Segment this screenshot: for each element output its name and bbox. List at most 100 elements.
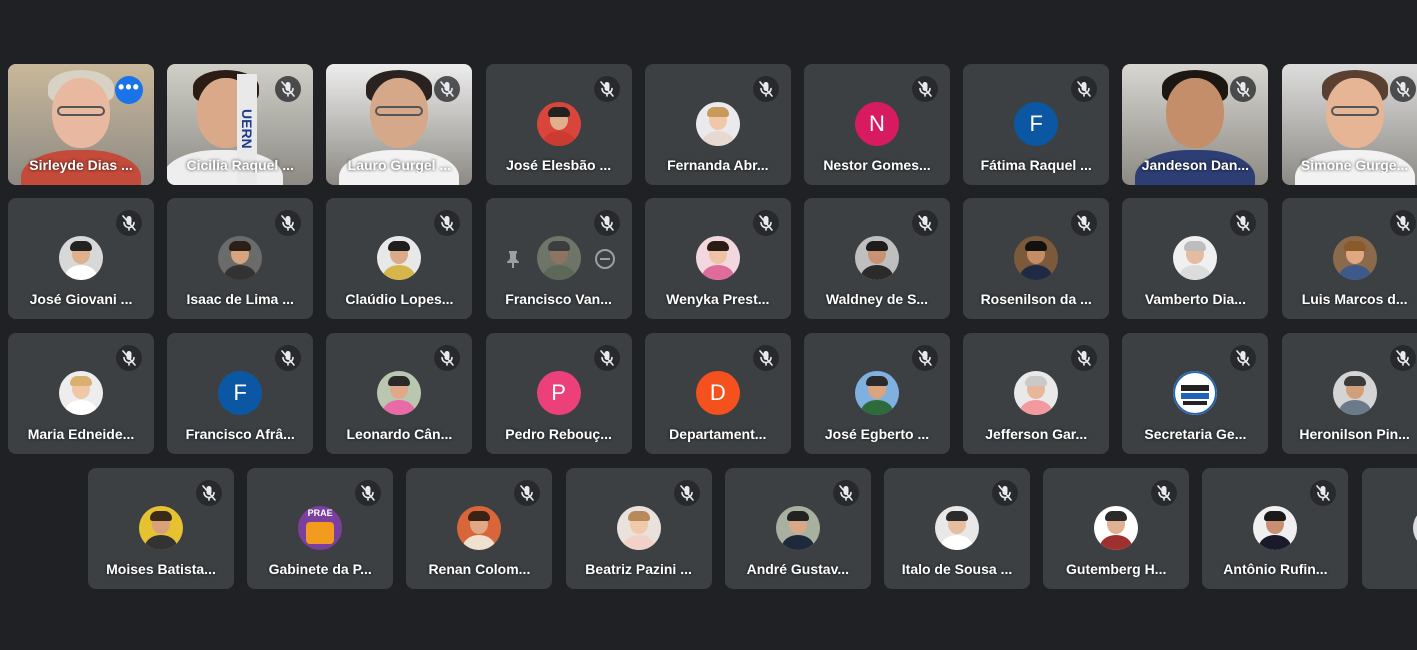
participant-tile[interactable]: F Fátima Raquel ...: [963, 64, 1110, 185]
participant-name: Heronilson Pin...: [1299, 426, 1410, 442]
participant-tile[interactable]: Antônio Rufin...: [1202, 468, 1349, 589]
participant-tile[interactable]: Secretaria Ge...: [1122, 333, 1269, 454]
avatar-photo: [695, 236, 740, 280]
participant-tile[interactable]: Simone Gurge...: [1281, 64, 1417, 185]
participant-tile[interactable]: Isaac de Lima ...: [167, 198, 314, 319]
participant-tile[interactable]: N Nestor Gomes...: [804, 64, 950, 185]
participant-name: Simone Gurge...: [1300, 157, 1409, 173]
mic-off-icon: [673, 480, 700, 506]
participant-tile[interactable]: André Gustav...: [724, 468, 871, 589]
participant-tile[interactable]: P Pedro Rebouç...: [485, 333, 632, 454]
avatar-photo: [1094, 506, 1139, 550]
avatar-photo: [1014, 371, 1059, 415]
participant-name: Departament...: [669, 426, 767, 442]
mic-off-icon: [275, 76, 302, 102]
participant-tile[interactable]: Jefferson Gar...: [963, 333, 1110, 454]
participant-name: Fátima Raquel ...: [980, 157, 1092, 173]
participant-name: Vamberto Dia...: [1144, 291, 1246, 307]
participant-tile[interactable]: Vamberto Dia...: [1122, 198, 1269, 319]
mic-off-icon: [355, 480, 382, 506]
avatar-photo: [59, 236, 103, 280]
participant-tile[interactable]: José Elesbão ...: [485, 64, 632, 185]
avatar-photo: [1332, 236, 1377, 280]
participant-tile[interactable]: Beatriz Pazini ...: [565, 468, 712, 589]
mic-off-icon: [275, 210, 302, 236]
participant-name: Wenyka Prest...: [666, 291, 770, 307]
mic-off-icon: [1389, 345, 1416, 371]
participant-tile[interactable]: Italo de Sousa ...: [884, 468, 1030, 589]
mic-off-icon: [1071, 345, 1098, 371]
avatar-photo: [377, 371, 422, 415]
participant-name: Fernanda Abr...: [667, 157, 769, 173]
participant-name: André Gustav...: [746, 561, 850, 577]
avatar-photo: [855, 236, 899, 280]
mic-off-icon: [752, 345, 779, 371]
participant-tile[interactable]: Maria Edneide...: [8, 333, 154, 454]
participant-tile[interactable]: Renan Colom...: [406, 468, 553, 589]
mic-off-icon: [275, 345, 302, 371]
participant-tile[interactable]: José Egberto ...: [804, 333, 950, 454]
mic-off-icon: [116, 210, 142, 236]
participant-tile[interactable]: Heronilson Pin...: [1281, 333, 1417, 454]
participant-name: Francisco Van...: [505, 291, 612, 307]
participant-tile[interactable]: Jandeson Dan...: [1122, 64, 1269, 185]
avatar-letter: D: [695, 371, 740, 415]
more-options-button[interactable]: •••: [115, 76, 143, 104]
avatar-logo: [1173, 371, 1218, 415]
mic-off-icon: [514, 480, 541, 506]
mic-off-icon: [912, 76, 938, 102]
participant-tile[interactable]: PRAE Gabinete da P...: [247, 468, 394, 589]
avatar-logo-prae: PRAE: [298, 506, 343, 550]
participant-name: Antônio Rufin...: [1223, 561, 1328, 577]
avatar-photo: [377, 236, 422, 280]
participant-name: Isaac de Lima ...: [186, 291, 294, 307]
participant-tile[interactable]: Waldney de S...: [804, 198, 950, 319]
participant-tile[interactable]: F Francisco Afrâ...: [167, 333, 314, 454]
participant-name: Francisco Afrâ...: [185, 426, 295, 442]
remove-participant-icon[interactable]: [594, 248, 616, 270]
participant-name: Gabinete da P...: [268, 561, 372, 577]
avatar-photo: [1014, 236, 1059, 280]
mic-off-icon: [1230, 210, 1257, 236]
participant-name: Você: [1362, 561, 1417, 577]
mic-off-icon: [1230, 76, 1257, 102]
participant-tile[interactable]: Wenyka Prest...: [644, 198, 791, 319]
mic-off-icon: [832, 480, 859, 506]
participant-tile[interactable]: José Giovani ...: [8, 198, 154, 319]
participant-tile[interactable]: Francisco Van...: [485, 198, 632, 319]
participant-tile[interactable]: D Departament...: [644, 333, 791, 454]
participant-tile[interactable]: UERN Cicilia Raquel ...: [167, 64, 314, 185]
participants-grid: ••• Sirleyde Dias ... UERN Cicilia Raquel .…: [0, 0, 1417, 650]
mic-off-icon: [593, 345, 620, 371]
participant-tile[interactable]: Lauro Gurgel ...: [326, 64, 473, 185]
participant-tile[interactable]: Você: [1361, 468, 1417, 589]
mic-off-icon: [1389, 210, 1416, 236]
participant-tile[interactable]: Fernanda Abr...: [644, 64, 791, 185]
participant-tile[interactable]: ••• Sirleyde Dias ...: [8, 64, 154, 185]
avatar-letter: F: [218, 371, 263, 415]
participant-tile[interactable]: Rosenilson da ...: [963, 198, 1110, 319]
mic-off-icon: [593, 76, 620, 102]
participant-tile[interactable]: Moises Batista...: [88, 468, 234, 589]
avatar-photo: [139, 506, 183, 550]
avatar-photo: [457, 506, 502, 550]
participant-tile[interactable]: Leonardo Cân...: [326, 333, 473, 454]
pin-icon[interactable]: [502, 248, 524, 270]
participant-name: Italo de Sousa ...: [901, 561, 1013, 577]
participant-name: Beatriz Pazini ...: [585, 561, 692, 577]
logo-text: PRAE: [307, 508, 333, 518]
avatar-photo: [59, 371, 103, 415]
participant-name: José Egberto ...: [824, 426, 930, 442]
mic-off-icon: [434, 210, 461, 236]
mic-off-icon: [116, 345, 142, 371]
participant-tile[interactable]: Luis Marcos d...: [1281, 198, 1417, 319]
participant-name: Maria Edneide...: [27, 426, 135, 442]
avatar-photo: [1412, 506, 1417, 550]
mic-off-icon: [992, 480, 1018, 506]
mic-off-icon: [196, 480, 222, 506]
participant-tile[interactable]: Claúdio Lopes...: [326, 198, 473, 319]
mic-off-icon: [593, 210, 620, 236]
participant-tile[interactable]: Gutemberg H...: [1043, 468, 1190, 589]
avatar-photo: [536, 102, 581, 146]
mic-off-icon: [912, 345, 938, 371]
